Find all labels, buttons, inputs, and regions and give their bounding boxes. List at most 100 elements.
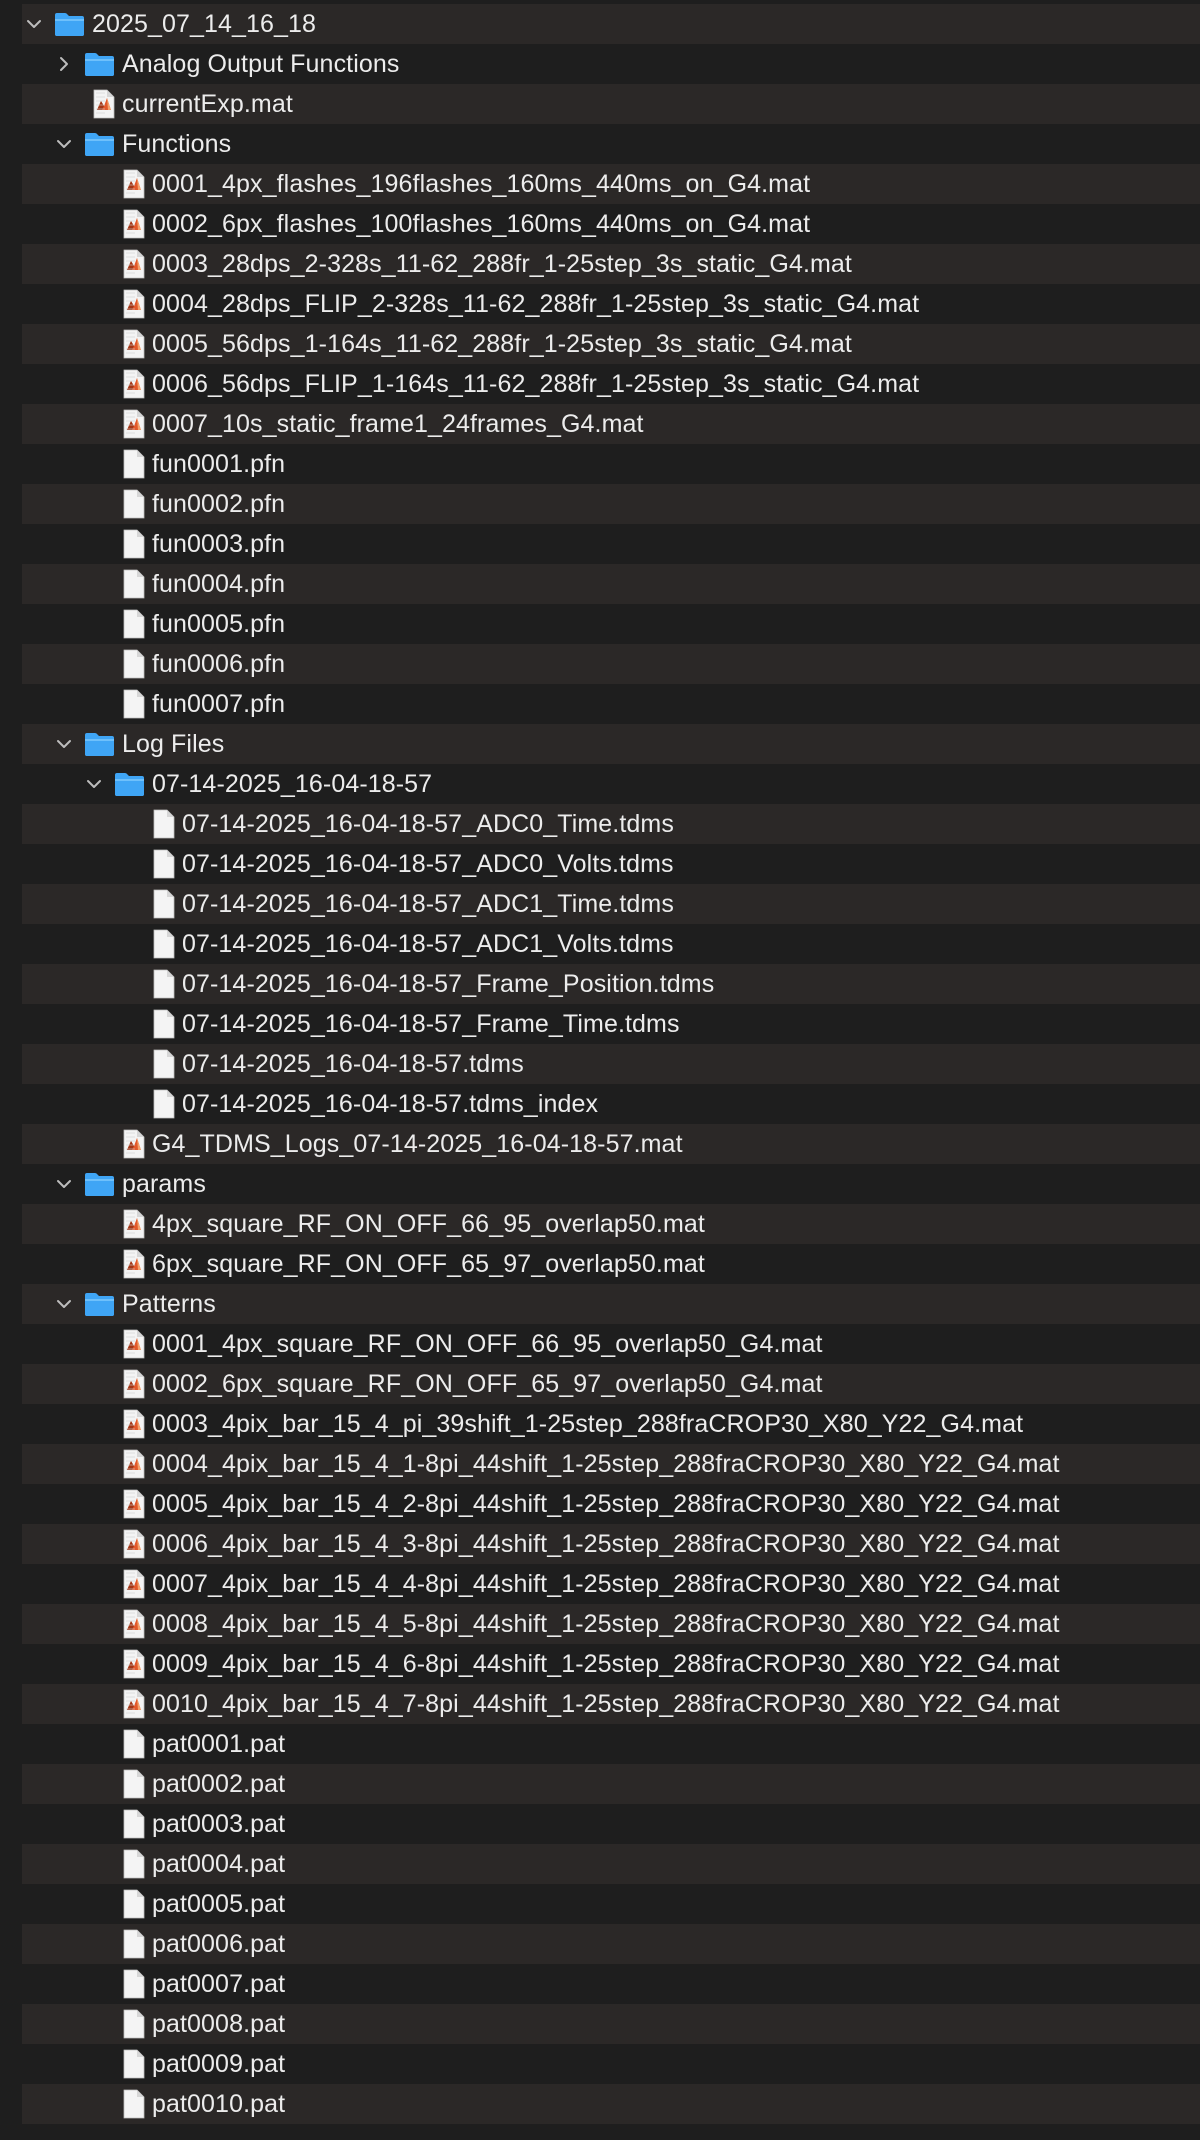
tree-item-label: fun0003.pfn bbox=[152, 530, 286, 558]
tree-file-row[interactable]: pat0005.pat bbox=[22, 1884, 1200, 1924]
tree-item-label: currentExp.mat bbox=[122, 90, 293, 118]
tree-file-row[interactable]: pat0007.pat bbox=[22, 1964, 1200, 2004]
tree-file-row[interactable]: 0008_4pix_bar_15_4_5-8pi_44shift_1-25ste… bbox=[22, 1604, 1200, 1644]
tree-file-row[interactable]: pat0004.pat bbox=[22, 1844, 1200, 1884]
chevron-down-icon[interactable] bbox=[52, 1164, 76, 1204]
tree-file-row[interactable]: 4px_square_RF_ON_OFF_66_95_overlap50.mat bbox=[22, 1204, 1200, 1244]
tree-folder-row[interactable]: 2025_07_14_16_18 bbox=[22, 4, 1200, 44]
tree-file-row[interactable]: fun0001.pfn bbox=[22, 444, 1200, 484]
document-icon bbox=[152, 964, 176, 1004]
tree-file-row[interactable]: pat0006.pat bbox=[22, 1924, 1200, 1964]
document-icon bbox=[152, 924, 176, 964]
tree-folder-row[interactable]: Functions bbox=[22, 124, 1200, 164]
tree-file-row[interactable]: 07-14-2025_16-04-18-57_ADC0_Volts.tdms bbox=[22, 844, 1200, 884]
tree-file-row[interactable]: 07-14-2025_16-04-18-57.tdms_index bbox=[22, 1084, 1200, 1124]
tree-file-row[interactable]: 0004_28dps_FLIP_2-328s_11-62_288fr_1-25s… bbox=[22, 284, 1200, 324]
tree-file-row[interactable]: fun0005.pfn bbox=[22, 604, 1200, 644]
tree-item-label: 07-14-2025_16-04-18-57_ADC1_Volts.tdms bbox=[182, 930, 674, 958]
folder-icon bbox=[84, 124, 115, 164]
tree-file-row[interactable]: 0005_4pix_bar_15_4_2-8pi_44shift_1-25ste… bbox=[22, 1484, 1200, 1524]
tree-file-row[interactable]: fun0003.pfn bbox=[22, 524, 1200, 564]
tree-file-row[interactable]: pat0008.pat bbox=[22, 2004, 1200, 2044]
tree-item-label: pat0002.pat bbox=[152, 1770, 286, 1798]
matlab-file-icon bbox=[122, 1444, 146, 1484]
chevron-right-icon[interactable] bbox=[52, 44, 76, 84]
tree-file-row[interactable]: 0007_10s_static_frame1_24frames_G4.mat bbox=[22, 404, 1200, 444]
tree-file-row[interactable]: 0003_4pix_bar_15_4_pi_39shift_1-25step_2… bbox=[22, 1404, 1200, 1444]
tree-file-row[interactable]: fun0002.pfn bbox=[22, 484, 1200, 524]
chevron-down-icon[interactable] bbox=[82, 764, 106, 804]
tree-file-row[interactable]: 0004_4pix_bar_15_4_1-8pi_44shift_1-25ste… bbox=[22, 1444, 1200, 1484]
folder-icon bbox=[114, 764, 145, 804]
tree-item-label: pat0001.pat bbox=[152, 1730, 286, 1758]
tree-item-label: fun0002.pfn bbox=[152, 490, 286, 518]
tree-file-row[interactable]: 0001_4px_flashes_196flashes_160ms_440ms_… bbox=[22, 164, 1200, 204]
tree-file-row[interactable]: 0009_4pix_bar_15_4_6-8pi_44shift_1-25ste… bbox=[22, 1644, 1200, 1684]
tree-item-label: 07-14-2025_16-04-18-57_ADC0_Time.tdms bbox=[182, 810, 674, 838]
tree-file-row[interactable]: 07-14-2025_16-04-18-57.tdms bbox=[22, 1044, 1200, 1084]
document-icon bbox=[122, 524, 146, 564]
tree-file-row[interactable]: fun0006.pfn bbox=[22, 644, 1200, 684]
tree-file-row[interactable]: 07-14-2025_16-04-18-57_ADC1_Volts.tdms bbox=[22, 924, 1200, 964]
tree-folder-row[interactable]: 07-14-2025_16-04-18-57 bbox=[22, 764, 1200, 804]
tree-folder-row[interactable]: Analog Output Functions bbox=[22, 44, 1200, 84]
tree-folder-row[interactable]: Patterns bbox=[22, 1284, 1200, 1324]
tree-file-row[interactable]: 0005_56dps_1-164s_11-62_288fr_1-25step_3… bbox=[22, 324, 1200, 364]
tree-file-row[interactable]: pat0009.pat bbox=[22, 2044, 1200, 2084]
tree-file-row[interactable]: 0002_6px_flashes_100flashes_160ms_440ms_… bbox=[22, 204, 1200, 244]
matlab-file-icon bbox=[122, 404, 146, 444]
tree-folder-row[interactable]: Log Files bbox=[22, 724, 1200, 764]
tree-item-label: pat0008.pat bbox=[152, 2010, 286, 2038]
tree-file-row[interactable]: 0003_28dps_2-328s_11-62_288fr_1-25step_3… bbox=[22, 244, 1200, 284]
folder-icon bbox=[84, 724, 115, 764]
tree-file-row[interactable]: pat0003.pat bbox=[22, 1804, 1200, 1844]
document-icon bbox=[152, 804, 176, 844]
document-icon bbox=[122, 1844, 146, 1884]
tree-file-row[interactable]: G4_TDMS_Logs_07-14-2025_16-04-18-57.mat bbox=[22, 1124, 1200, 1164]
document-icon bbox=[122, 1964, 146, 2004]
document-icon bbox=[122, 1924, 146, 1964]
tree-file-row[interactable]: 07-14-2025_16-04-18-57_ADC0_Time.tdms bbox=[22, 804, 1200, 844]
tree-file-row[interactable]: pat0010.pat bbox=[22, 2084, 1200, 2124]
tree-item-label: pat0006.pat bbox=[152, 1930, 286, 1958]
matlab-file-icon bbox=[122, 1244, 146, 1284]
document-icon bbox=[122, 644, 146, 684]
matlab-file-icon bbox=[122, 1524, 146, 1564]
tree-item-label: G4_TDMS_Logs_07-14-2025_16-04-18-57.mat bbox=[152, 1130, 683, 1158]
tree-file-row[interactable]: 0010_4pix_bar_15_4_7-8pi_44shift_1-25ste… bbox=[22, 1684, 1200, 1724]
document-icon bbox=[122, 484, 146, 524]
tree-item-label: 0008_4pix_bar_15_4_5-8pi_44shift_1-25ste… bbox=[152, 1610, 1060, 1638]
tree-file-row[interactable]: 0002_6px_square_RF_ON_OFF_65_97_overlap5… bbox=[22, 1364, 1200, 1404]
tree-item-label: 0007_4pix_bar_15_4_4-8pi_44shift_1-25ste… bbox=[152, 1570, 1060, 1598]
tree-folder-row[interactable]: params bbox=[22, 1164, 1200, 1204]
tree-file-row[interactable]: pat0001.pat bbox=[22, 1724, 1200, 1764]
tree-file-row[interactable]: 0001_4px_square_RF_ON_OFF_66_95_overlap5… bbox=[22, 1324, 1200, 1364]
document-icon bbox=[152, 1004, 176, 1044]
document-icon bbox=[122, 1804, 146, 1844]
chevron-down-icon[interactable] bbox=[52, 724, 76, 764]
tree-file-row[interactable]: 07-14-2025_16-04-18-57_Frame_Position.td… bbox=[22, 964, 1200, 1004]
tree-file-row[interactable]: pat0002.pat bbox=[22, 1764, 1200, 1804]
tree-item-label: 0004_28dps_FLIP_2-328s_11-62_288fr_1-25s… bbox=[152, 290, 920, 318]
tree-file-row[interactable]: 6px_square_RF_ON_OFF_65_97_overlap50.mat bbox=[22, 1244, 1200, 1284]
document-icon bbox=[122, 684, 146, 724]
tree-file-row[interactable]: 0006_4pix_bar_15_4_3-8pi_44shift_1-25ste… bbox=[22, 1524, 1200, 1564]
chevron-down-icon[interactable] bbox=[52, 124, 76, 164]
tree-file-row[interactable]: fun0007.pfn bbox=[22, 684, 1200, 724]
tree-file-row[interactable]: 07-14-2025_16-04-18-57_ADC1_Time.tdms bbox=[22, 884, 1200, 924]
tree-file-row[interactable]: 07-14-2025_16-04-18-57_Frame_Time.tdms bbox=[22, 1004, 1200, 1044]
tree-file-row[interactable]: currentExp.mat bbox=[22, 84, 1200, 124]
chevron-down-icon[interactable] bbox=[22, 4, 46, 44]
chevron-down-icon[interactable] bbox=[52, 1284, 76, 1324]
tree-item-label: pat0010.pat bbox=[152, 2090, 286, 2118]
document-icon bbox=[122, 1884, 146, 1924]
tree-item-label: 2025_07_14_16_18 bbox=[92, 10, 317, 38]
tree-file-row[interactable]: 0006_56dps_FLIP_1-164s_11-62_288fr_1-25s… bbox=[22, 364, 1200, 404]
tree-file-row[interactable]: 0007_4pix_bar_15_4_4-8pi_44shift_1-25ste… bbox=[22, 1564, 1200, 1604]
tree-item-label: Functions bbox=[122, 130, 232, 158]
matlab-file-icon bbox=[122, 1684, 146, 1724]
document-icon bbox=[122, 2004, 146, 2044]
tree-item-label: 0006_56dps_FLIP_1-164s_11-62_288fr_1-25s… bbox=[152, 370, 920, 398]
tree-item-label: 07-14-2025_16-04-18-57_ADC1_Time.tdms bbox=[182, 890, 674, 918]
tree-file-row[interactable]: fun0004.pfn bbox=[22, 564, 1200, 604]
